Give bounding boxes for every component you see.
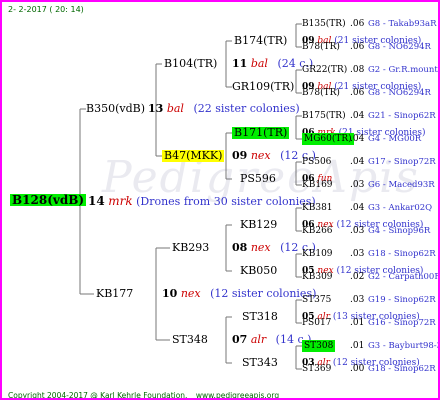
gen1-note-0: (22 sister colonies) (193, 102, 300, 115)
gen4-name-10[interactable]: KB109 (302, 248, 333, 260)
gen1-node-1[interactable]: KB177 (96, 288, 133, 300)
gen4-location-7: G6 - Maced93R (368, 180, 435, 190)
gen4-name-0[interactable]: B135(TR) (302, 18, 346, 30)
root-link-num: 14 (88, 194, 105, 208)
gen1-node-0[interactable]: B350(vdB) (86, 103, 145, 115)
gen4-name-12[interactable]: ST375 (302, 294, 331, 306)
gen4-value-0: .06 (350, 19, 365, 29)
gen2-link-3: 07 alr (14 c.) (232, 334, 311, 346)
pedigree-frame: PedigreeApis 2- 2-2017 ( 20: 14) B128(vd… (0, 0, 440, 400)
gen4-value-12: .03 (350, 295, 365, 305)
gen2-breed-0: bal (250, 57, 268, 70)
gen4-name-2[interactable]: GR22(TR) (302, 64, 347, 76)
gen2-num-1: 09 (232, 149, 248, 162)
gen4-name-3[interactable]: B78(TR) (302, 87, 340, 99)
gen1-num-1: 10 (162, 287, 178, 300)
gen4-value-15: .00 (350, 364, 365, 374)
gen1-num-0: 13 (148, 102, 164, 115)
gen3-node-7[interactable]: ST343 (242, 357, 278, 369)
root-link-info: 14 mrk (Drones from 30 sister colonies) (88, 195, 316, 208)
gen4-location-5: G4 - MG00R (368, 134, 422, 144)
gen4-name-6[interactable]: PS506 (302, 156, 331, 168)
gen4-location-6: G17 - Sinop72R (368, 157, 436, 167)
gen3-node-3[interactable]: PS596 (240, 173, 276, 185)
gen2-breed-3: alr (250, 333, 267, 346)
gen4-value-13: .01 (350, 318, 365, 328)
gen2-num-0: 11 (232, 57, 248, 70)
gen2-node-3[interactable]: ST348 (172, 334, 208, 346)
gen2-breed-1: nex (250, 149, 271, 162)
gen4-name-15[interactable]: ST369 (302, 363, 331, 375)
gen4-name-5[interactable]: MG60(TR) (302, 133, 354, 145)
gen4-value-2: .08 (350, 65, 365, 75)
gen4-location-13: G16 - Sinop72R (368, 318, 436, 328)
gen4-value-6: .04 (350, 157, 365, 167)
gen4-value-7: .03 (350, 180, 365, 190)
gen4-value-9: .03 (350, 226, 365, 236)
gen4-value-14: .01 (350, 341, 365, 351)
root-link-note: (Drones from 30 sister colonies) (136, 195, 316, 208)
copyright-text: Copyright 2004-2017 @ Karl Kehrle Founda… (8, 391, 188, 400)
gen4-location-9: G4 - Sinop96R (368, 226, 431, 236)
gen4-location-1: G8 - NO6294R (368, 42, 431, 52)
gen4-value-3: .06 (350, 88, 365, 98)
gen4-value-11: .02 (350, 272, 365, 282)
gen2-node-2[interactable]: KB293 (172, 242, 209, 254)
gen4-value-8: .04 (350, 203, 365, 213)
gen4-value-1: .06 (350, 42, 365, 52)
gen4-name-8[interactable]: KB381 (302, 202, 333, 214)
gen3-node-1[interactable]: GR109(TR) (232, 81, 294, 93)
gen2-node-1[interactable]: B47(MKK) (162, 150, 225, 162)
footer-copyright: Copyright 2004-2017 @ Karl Kehrle Founda… (8, 390, 279, 400)
gen4-name-7[interactable]: KB169 (302, 179, 333, 191)
print-date: 2- 2-2017 ( 20: 14) (8, 5, 84, 14)
gen1-link-1: 10 nex (12 sister colonies) (162, 288, 316, 300)
gen4-location-0: G8 - Takab93aR (368, 19, 437, 29)
website-link[interactable]: www.pedigreeapis.org (196, 391, 279, 398)
gen4-value-10: .03 (350, 249, 365, 259)
gen1-breed-1: nex (180, 287, 201, 300)
gen2-num-2: 08 (232, 241, 248, 254)
gen4-name-13[interactable]: PS017 (302, 317, 331, 329)
gen4-location-12: G19 - Sinop62R (368, 295, 436, 305)
gen4-location-14: G3 - Bayburt98-3 (368, 341, 440, 351)
gen1-link-0: 13 bal (22 sister colonies) (148, 103, 300, 115)
gen4-value-4: .04 (350, 111, 365, 121)
gen3-node-6[interactable]: ST318 (242, 311, 278, 323)
gen3-node-4[interactable]: KB129 (240, 219, 277, 231)
gen4-location-10: G18 - Sinop62R (368, 249, 436, 259)
root-node[interactable]: B128(vdB) (10, 194, 87, 206)
gen3-node-0[interactable]: B174(TR) (234, 35, 287, 47)
gen4-name-14[interactable]: ST308 (302, 340, 336, 352)
gen4-location-2: G2 - Gr.R.mounta (368, 65, 440, 75)
gen4-name-4[interactable]: B175(TR) (302, 110, 346, 122)
gen4-name-1[interactable]: B78(TR) (302, 41, 340, 53)
gen4-location-8: G3 - Ankar02Q (368, 203, 433, 213)
gen4-location-4: G21 - Sinop62R (368, 111, 436, 121)
gen2-link-0: 11 bal (24 c.) (232, 58, 313, 70)
gen4-location-3: G8 - NO6294R (368, 88, 431, 98)
gen4-name-9[interactable]: KB266 (302, 225, 333, 237)
gen4-name-11[interactable]: KB309 (302, 271, 333, 283)
gen2-breed-2: nex (250, 241, 271, 254)
gen2-num-3: 07 (232, 333, 248, 346)
gen4-location-15: G18 - Sinop62R (368, 364, 436, 374)
root-link-breed: mrk (108, 194, 133, 208)
gen1-breed-0: bal (166, 102, 184, 115)
gen3-node-2[interactable]: B171(TR) (232, 127, 290, 139)
gen4-location-11: G2 - Carpath00R (368, 272, 440, 282)
gen4-value-5: .04 (350, 134, 365, 144)
gen1-note-1: (12 sister colonies) (210, 287, 317, 300)
gen3-node-5[interactable]: KB050 (240, 265, 277, 277)
gen2-node-0[interactable]: B104(TR) (164, 58, 217, 70)
